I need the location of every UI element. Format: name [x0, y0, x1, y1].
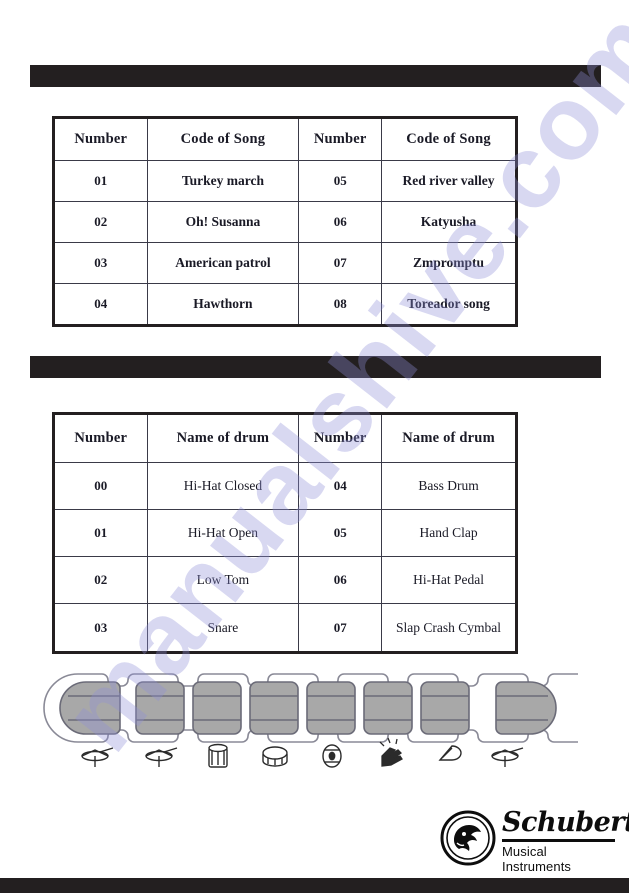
drum-name: Low Tom	[146, 556, 300, 605]
drum-number: 03	[55, 603, 148, 651]
song-list-section-bar	[30, 65, 601, 87]
pad-surface	[59, 681, 121, 735]
brand-logo: Schubert Musical Instruments	[440, 808, 629, 874]
song-number: 02	[55, 200, 148, 243]
pad-surface	[420, 681, 470, 735]
drum-pad-8[interactable]	[495, 681, 557, 735]
drum-name: Bass Drum	[381, 461, 515, 510]
drum-pad-6[interactable]	[363, 681, 413, 735]
brand-wordmark: Schubert Musical Instruments	[502, 807, 629, 874]
drum-pad-7[interactable]	[420, 681, 470, 735]
brand-name: Schubert	[502, 807, 629, 838]
song-name: Toreador song	[381, 282, 515, 324]
drum-name: Slap Crash Cymbal	[381, 603, 515, 651]
song-number: 07	[298, 241, 383, 284]
song-number: 08	[298, 282, 383, 324]
column-header-song-right: Code of Song	[381, 119, 515, 161]
pad-surface	[363, 681, 413, 735]
pad-surface	[135, 681, 185, 735]
table-header-row: Number Name of drum Number Name of drum	[55, 415, 515, 463]
footer-bar	[0, 878, 629, 893]
drum-number: 01	[55, 508, 148, 558]
song-name: Turkey march	[146, 159, 300, 202]
pad-surface	[495, 681, 557, 735]
drum-number: 06	[298, 556, 383, 605]
brand-underline	[502, 839, 615, 842]
column-header-number-right: Number	[298, 415, 383, 463]
table-row: 01 Turkey march 05 Red river valley	[55, 159, 515, 202]
bass-drum-icon	[262, 746, 288, 767]
song-name: Hawthorn	[146, 282, 300, 324]
schubert-dog-emblem-icon	[440, 810, 496, 866]
crash-cymbal-icon	[491, 747, 524, 767]
pad-surface	[192, 681, 242, 735]
pad-surface	[306, 681, 356, 735]
drum-pad-diagram-svg	[43, 673, 613, 768]
drum-pad-3[interactable]	[192, 681, 242, 735]
song-name: Oh! Susanna	[146, 200, 300, 243]
song-name: American patrol	[146, 241, 300, 284]
song-number: 05	[298, 159, 383, 202]
song-number: 03	[55, 241, 148, 284]
drum-name: Hi-Hat Open	[146, 508, 300, 558]
drum-number: 00	[55, 461, 148, 510]
drum-name: Snare	[146, 603, 300, 651]
table-row: 00 Hi-Hat Closed 04 Bass Drum	[55, 461, 515, 510]
column-header-number-right: Number	[298, 119, 383, 161]
song-name: Red river valley	[381, 159, 515, 202]
slap-crash-cymbal-icon	[438, 745, 462, 761]
song-code-table: Number Code of Song Number Code of Song …	[52, 116, 518, 327]
table-row: 03 Snare 07 Slap Crash Cymbal	[55, 603, 515, 651]
table-row: 03 American patrol 07 Zmpromptu	[55, 241, 515, 284]
drum-number: 02	[55, 556, 148, 605]
column-header-drum-right: Name of drum	[381, 415, 515, 463]
drum-number: 04	[298, 461, 383, 510]
drum-pad-diagram	[38, 668, 613, 780]
song-number: 06	[298, 200, 383, 243]
pad-surface	[249, 681, 299, 735]
drum-pad-2[interactable]	[135, 681, 185, 735]
column-header-drum-left: Name of drum	[146, 415, 300, 463]
brand-tagline: Musical Instruments	[502, 843, 572, 874]
table-row: 02 Oh! Susanna 06 Katyusha	[55, 200, 515, 243]
drum-list-section-bar	[30, 356, 601, 378]
table-row: 02 Low Tom 06 Hi-Hat Pedal	[55, 556, 515, 605]
song-number: 04	[55, 282, 148, 324]
drum-number: 07	[298, 603, 383, 651]
table-row: 01 Hi-Hat Open 05 Hand Clap	[55, 508, 515, 558]
drum-name: Hand Clap	[381, 508, 515, 558]
song-number: 01	[55, 159, 148, 202]
song-name: Katyusha	[381, 200, 515, 243]
drum-pad-5[interactable]	[306, 681, 356, 735]
drum-name-table: Number Name of drum Number Name of drum …	[52, 412, 518, 654]
drum-pad-4[interactable]	[249, 681, 299, 735]
hi-hat-closed-cymbal-icon	[81, 747, 114, 767]
table-row: 04 Hawthorn 08 Toreador song	[55, 282, 515, 324]
column-header-song-left: Code of Song	[146, 119, 300, 161]
drum-pad-1[interactable]	[59, 681, 121, 735]
drum-name: Hi-Hat Pedal	[381, 556, 515, 605]
table-header-row: Number Code of Song Number Code of Song	[55, 119, 515, 161]
manual-page: manualshive.com Number Code of Song Numb…	[0, 0, 629, 893]
column-header-number-left: Number	[55, 415, 148, 463]
drum-number: 05	[298, 508, 383, 558]
column-header-number-left: Number	[55, 119, 148, 161]
drum-name: Hi-Hat Closed	[146, 461, 300, 510]
song-name: Zmpromptu	[381, 241, 515, 284]
low-tom-drum-icon	[208, 743, 228, 768]
hi-hat-pedal-disc-icon	[322, 744, 342, 768]
hi-hat-open-cymbal-icon	[145, 747, 178, 767]
